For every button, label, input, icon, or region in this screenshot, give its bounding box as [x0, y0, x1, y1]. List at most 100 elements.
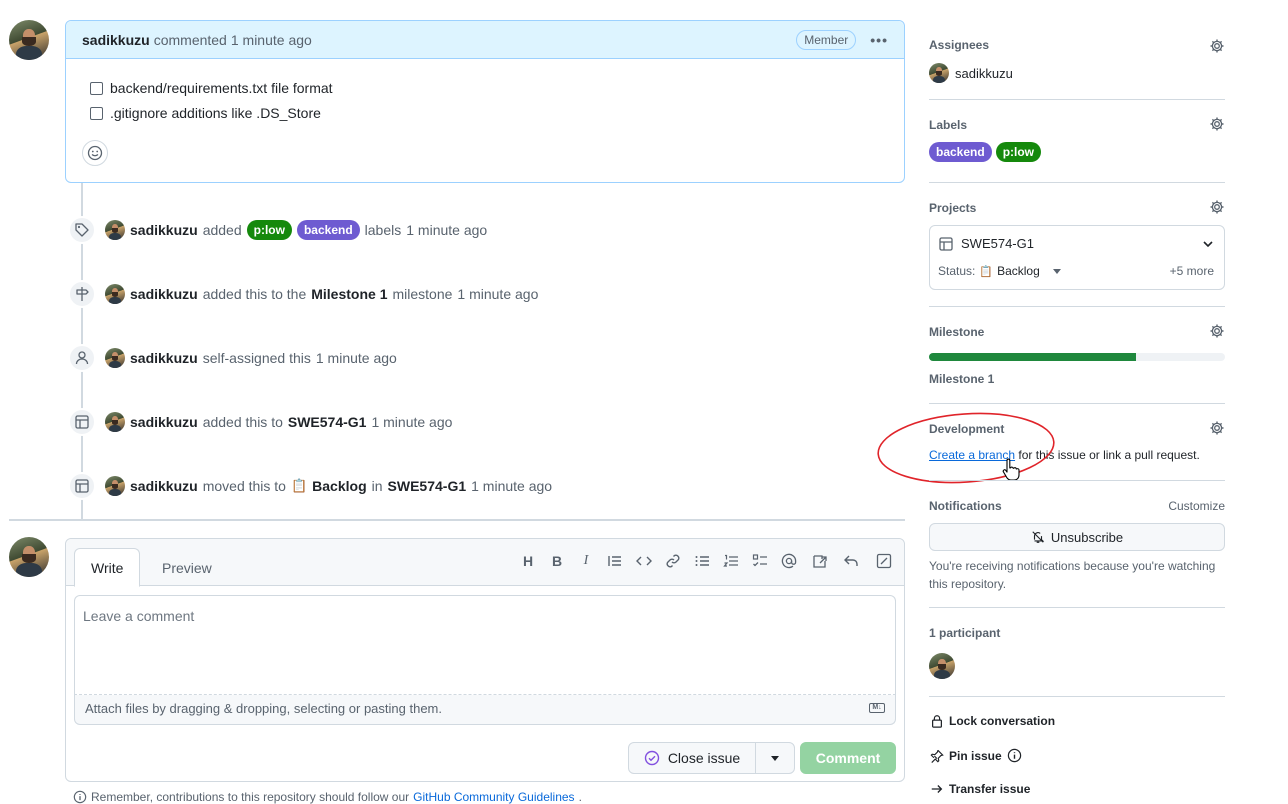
kebab-menu-icon[interactable]: •••	[870, 32, 888, 48]
task-checkbox[interactable]	[90, 106, 103, 120]
event-suffix: labels	[364, 222, 402, 238]
attach-hint: Attach files by dragging & dropping, sel…	[85, 701, 442, 716]
close-issue-button[interactable]: Close issue	[628, 742, 756, 774]
bold-icon[interactable]: B	[547, 551, 567, 571]
info-icon[interactable]	[1007, 748, 1022, 763]
event-verb: added this to	[202, 414, 283, 430]
user-avatar[interactable]	[105, 476, 125, 496]
chevron-down-icon[interactable]	[1202, 238, 1214, 250]
member-badge: Member	[796, 29, 857, 50]
event-user[interactable]: sadikkuzu	[130, 414, 198, 430]
milestone-title: Milestone	[929, 325, 985, 339]
event-user[interactable]: sadikkuzu	[130, 350, 198, 366]
task-checkbox[interactable]	[90, 81, 103, 95]
close-issue-dropdown[interactable]	[755, 742, 795, 774]
table-icon	[68, 408, 96, 436]
comment-author[interactable]: sadikkuzu	[82, 32, 150, 48]
current-user-avatar[interactable]	[9, 537, 49, 577]
event-user[interactable]: sadikkuzu	[130, 286, 198, 302]
italic-icon[interactable]: I	[576, 551, 596, 571]
task-item[interactable]: backend/requirements.txt file format	[90, 80, 333, 96]
task-list-icon[interactable]	[750, 551, 770, 571]
gear-icon[interactable]	[1209, 38, 1225, 54]
clipboard-icon: 📋	[979, 265, 994, 278]
event-user[interactable]: sadikkuzu	[130, 222, 198, 238]
milestone-link[interactable]: Milestone 1	[311, 286, 387, 302]
guidelines-suffix: .	[578, 790, 582, 804]
user-avatar[interactable]	[105, 284, 125, 304]
assignees-title: Assignees	[929, 38, 990, 52]
pin-issue-action[interactable]: Pin issue	[930, 748, 1022, 763]
gear-icon[interactable]	[1209, 323, 1225, 339]
project-card[interactable]: SWE574-G1 Status: 📋 Backlog +5 more	[929, 225, 1225, 290]
lock-conversation-action[interactable]: Lock conversation	[930, 714, 1055, 728]
customize-link[interactable]: Customize	[1168, 499, 1225, 513]
tab-write[interactable]: Write	[74, 548, 141, 587]
transfer-issue-action[interactable]: Transfer issue	[930, 782, 1030, 796]
task-item[interactable]: .gitignore additions like .DS_Store	[90, 105, 321, 121]
event-time[interactable]: 1 minute ago	[406, 222, 487, 238]
link-icon[interactable]	[663, 551, 683, 571]
smiley-icon	[87, 145, 103, 161]
tab-preview[interactable]: Preview	[146, 548, 228, 587]
sidebar-notifications: Notifications Customize Unsubscribe You'…	[929, 499, 1225, 594]
user-avatar[interactable]	[105, 412, 125, 432]
code-icon[interactable]	[634, 551, 654, 571]
triangle-down-icon	[1052, 269, 1061, 274]
event-user[interactable]: sadikkuzu	[130, 478, 198, 494]
assignee-item[interactable]: sadikkuzu	[929, 63, 1013, 83]
event-time[interactable]: 1 minute ago	[316, 350, 397, 366]
event-in: in	[371, 478, 383, 494]
project-status[interactable]: Status: 📋 Backlog	[938, 264, 1062, 278]
label-p-low[interactable]: p:low	[995, 142, 1042, 162]
participant-avatar[interactable]	[929, 653, 955, 679]
annotation-ellipse	[877, 412, 1055, 484]
gear-icon[interactable]	[1209, 116, 1225, 132]
sidebar-divider	[929, 480, 1225, 481]
sidebar-milestone: Milestone Milestone 1	[929, 323, 1225, 386]
reply-icon[interactable]	[841, 551, 861, 571]
label-backend[interactable]: backend	[296, 220, 360, 240]
user-avatar[interactable]	[105, 220, 125, 240]
event-verb: moved this to	[202, 478, 286, 494]
guidelines-text: Remember, contributions to this reposito…	[91, 790, 410, 804]
timeline-labels-event: sadikkuzu added p:low backend labels 1 m…	[105, 218, 487, 242]
user-avatar[interactable]	[105, 348, 125, 368]
assignee-name: sadikkuzu	[955, 65, 1013, 81]
fullscreen-icon[interactable]	[874, 551, 894, 571]
quote-icon[interactable]	[605, 551, 625, 571]
guidelines-link[interactable]: GitHub Community Guidelines	[413, 790, 574, 804]
gear-icon[interactable]	[1209, 199, 1225, 215]
ordered-list-icon[interactable]	[721, 551, 741, 571]
comment-composer: Write Preview H B I Leave a comment Atta…	[65, 538, 905, 782]
timeline-project-event: sadikkuzu added this to SWE574-G1 1 minu…	[105, 410, 452, 434]
sidebar-projects: Projects SWE574-G1 Status: 📋 Backlog +5 …	[929, 199, 1225, 291]
task-label: .gitignore additions like .DS_Store	[110, 105, 321, 121]
project-name[interactable]: SWE574-G1	[961, 236, 1034, 251]
labels-title: Labels	[929, 118, 968, 132]
projects-title: Projects	[929, 201, 977, 215]
add-reaction-button[interactable]	[82, 140, 108, 166]
label-backend[interactable]: backend	[929, 142, 992, 162]
comment-time[interactable]: 1 minute ago	[231, 32, 312, 48]
heading-icon[interactable]: H	[518, 551, 538, 571]
comment-header: sadikkuzu commented 1 minute ago Member …	[66, 21, 904, 59]
more-projects-link[interactable]: +5 more	[1170, 264, 1214, 278]
unordered-list-icon[interactable]	[692, 551, 712, 571]
mention-icon[interactable]	[779, 551, 799, 571]
cross-reference-icon[interactable]	[810, 551, 830, 571]
attach-files-area[interactable]: Attach files by dragging & dropping, sel…	[74, 695, 896, 725]
project-link[interactable]: SWE574-G1	[388, 478, 467, 494]
event-time[interactable]: 1 minute ago	[471, 478, 552, 494]
gear-icon[interactable]	[1209, 420, 1225, 436]
milestone-name[interactable]: Milestone 1	[929, 372, 994, 386]
label-p-low[interactable]: p:low	[246, 220, 292, 240]
comment-author-avatar[interactable]	[9, 20, 49, 60]
sidebar-participants: 1 participant	[929, 626, 1225, 686]
project-link[interactable]: SWE574-G1	[288, 414, 367, 430]
comment-button[interactable]: Comment	[800, 742, 896, 774]
unsubscribe-button[interactable]: Unsubscribe	[929, 523, 1225, 551]
comment-textarea[interactable]: Leave a comment	[74, 595, 896, 695]
event-time[interactable]: 1 minute ago	[371, 414, 452, 430]
event-time[interactable]: 1 minute ago	[457, 286, 538, 302]
